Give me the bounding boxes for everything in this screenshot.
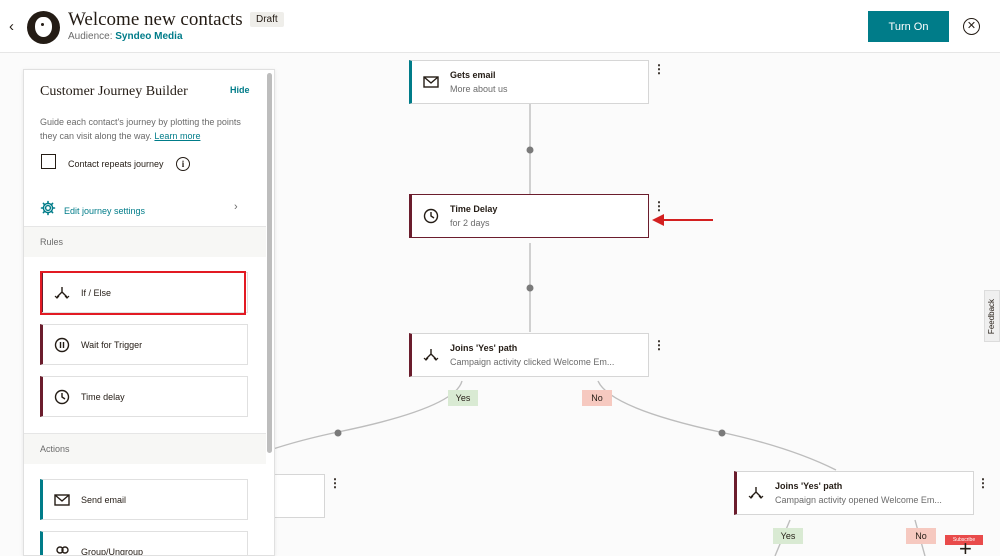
node-subtitle: More about us <box>450 84 508 94</box>
node-menu-icon[interactable]: ⋮ <box>653 339 665 351</box>
node-title: Joins 'Yes' path <box>450 343 518 353</box>
flow-node-joins-yes-path-2[interactable]: Joins 'Yes' path Campaign activity opene… <box>734 471 974 515</box>
flow-node-gets-email[interactable]: Gets email More about us <box>409 60 649 104</box>
edit-journey-settings[interactable]: Edit journey settings <box>40 200 145 221</box>
connector-dot[interactable] <box>526 146 534 154</box>
node-title: Gets email <box>450 70 496 80</box>
feedback-tab[interactable]: Feedback <box>984 290 1000 342</box>
node-menu-icon[interactable]: ⋮ <box>977 477 989 489</box>
node-menu-icon[interactable]: ⋮ <box>329 477 341 489</box>
contact-repeats-label: Contact repeats journey <box>68 159 164 169</box>
branch-no-badge: No <box>906 528 936 544</box>
group-icon <box>43 544 81 555</box>
pause-icon <box>43 337 81 353</box>
split-icon <box>737 485 775 501</box>
rule-item-label: Time delay <box>81 391 125 402</box>
gear-icon <box>40 200 56 221</box>
clock-icon <box>412 208 450 224</box>
panel-scrollbar[interactable] <box>267 73 272 453</box>
action-item-send-email[interactable]: Send email <box>40 479 248 520</box>
info-icon[interactable]: i <box>176 157 190 171</box>
panel-title: Customer Journey Builder <box>40 84 188 99</box>
node-menu-icon[interactable]: ⋮ <box>653 200 665 212</box>
rules-section-header: Rules <box>24 227 266 257</box>
node-menu-icon[interactable]: ⋮ <box>653 63 665 75</box>
chevron-right-icon: › <box>234 201 238 213</box>
branch-yes-badge: Yes <box>448 390 478 406</box>
flow-node-time-delay[interactable]: Time Delay for 2 days <box>409 194 649 238</box>
branch-yes-badge: Yes <box>773 528 803 544</box>
edit-journey-settings-label: Edit journey settings <box>64 205 146 216</box>
node-title: Time Delay <box>450 204 498 214</box>
node-subtitle: Campaign activity opened Welcome Em... <box>775 495 942 505</box>
learn-more-link[interactable]: Learn more <box>154 131 200 141</box>
journey-builder-panel: Customer Journey Builder Hide Guide each… <box>23 69 275 556</box>
action-item-label: Group/Ungroup <box>81 546 144 556</box>
envelope-icon <box>43 493 81 506</box>
hide-link[interactable]: Hide <box>230 85 250 95</box>
action-item-label: Send email <box>81 494 127 505</box>
rule-item-if-else[interactable]: If / Else <box>40 272 248 313</box>
action-item-group-ungroup[interactable]: Group/Ungroup <box>40 531 248 556</box>
branch-no-badge: No <box>582 390 612 406</box>
rule-item-label: Wait for Trigger <box>81 339 143 350</box>
connector-dot[interactable] <box>718 429 726 437</box>
rule-item-label: If / Else <box>81 287 112 298</box>
flow-node-joins-yes-path[interactable]: Joins 'Yes' path Campaign activity click… <box>409 333 649 377</box>
split-icon <box>43 285 81 301</box>
connector-dot[interactable] <box>526 284 534 292</box>
rule-item-time-delay[interactable]: Time delay <box>40 376 248 417</box>
panel-description: Guide each contact's journey by plotting… <box>40 117 241 141</box>
node-subtitle: for 2 days <box>450 218 490 228</box>
envelope-icon <box>412 76 450 88</box>
feedback-label: Feedback <box>987 298 997 334</box>
add-icon[interactable]: + <box>959 538 972 556</box>
contact-repeats-checkbox[interactable] <box>41 154 56 169</box>
clock-icon <box>43 389 81 405</box>
split-icon <box>412 347 450 363</box>
actions-section-header: Actions <box>24 434 266 464</box>
rule-item-wait-for-trigger[interactable]: Wait for Trigger <box>40 324 248 365</box>
node-title: Joins 'Yes' path <box>775 481 843 491</box>
node-subtitle: Campaign activity clicked Welcome Em... <box>450 357 615 367</box>
connector-dot[interactable] <box>334 429 342 437</box>
